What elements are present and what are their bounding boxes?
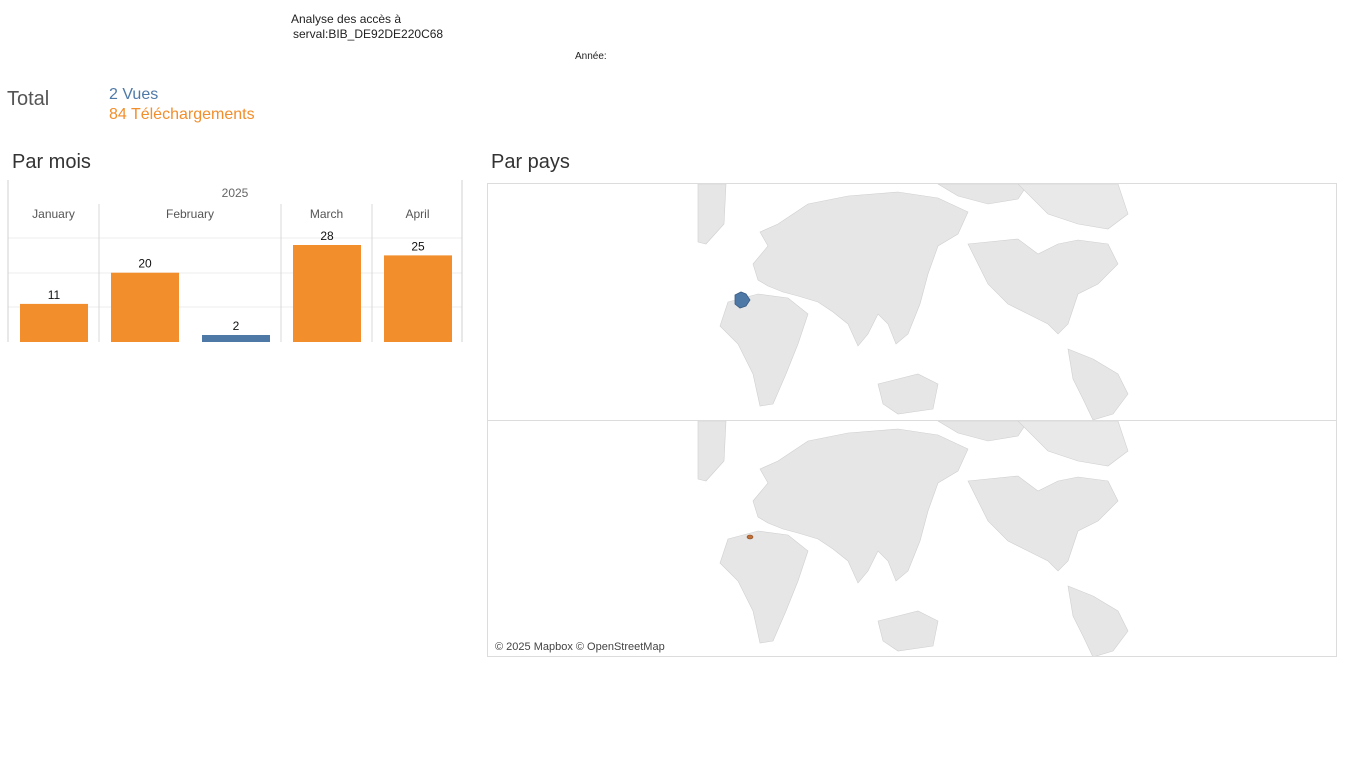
map-attribution: © 2025 Mapbox © OpenStreetMap	[495, 641, 665, 653]
data-label-downloads: 11	[48, 288, 61, 302]
month-label: January	[32, 207, 75, 221]
total-downloads: 84 Téléchargements	[109, 106, 255, 123]
bar-downloads[interactable]	[111, 272, 179, 342]
month-label: March	[310, 207, 343, 221]
world-landmass	[697, 184, 1129, 421]
year-header: 2025	[222, 186, 249, 200]
downloads-by-country-map[interactable]	[488, 420, 1336, 657]
bar-downloads[interactable]	[384, 255, 452, 342]
section-title-by-country: Par pays	[491, 151, 570, 173]
page-title-line2: serval:BIB_DE92DE220C68	[293, 27, 444, 41]
highlight-switzerland-downloads[interactable]	[746, 534, 754, 540]
views-by-country-map[interactable]	[488, 184, 1336, 421]
year-filter-label[interactable]: Année:	[575, 51, 607, 62]
month-label: February	[166, 207, 214, 221]
monthly-bar-chart[interactable]: 2025 January 11 February 20 2 March 28 April 25	[0, 180, 470, 350]
data-label-downloads: 25	[411, 239, 425, 253]
data-label-views: 2	[233, 319, 240, 333]
bar-views[interactable]	[202, 335, 270, 342]
world-map-views[interactable]	[488, 184, 1336, 421]
bar-downloads[interactable]	[20, 303, 88, 342]
section-title-by-month: Par mois	[12, 151, 91, 173]
country-map-container[interactable]	[487, 183, 1337, 657]
data-label-downloads: 28	[320, 229, 334, 243]
page-title-line1: Analyse des accès à	[291, 12, 402, 26]
bar-downloads[interactable]	[293, 245, 361, 342]
total-views: 2 Vues	[109, 86, 159, 103]
data-label-downloads: 20	[138, 257, 152, 271]
world-map-downloads[interactable]	[488, 420, 1336, 657]
world-landmass	[697, 420, 1129, 656]
month-label: April	[405, 207, 429, 221]
monthly-bar-chart-svg[interactable]: 2025 January 11 February 20 2 March 28 April 25	[0, 180, 470, 350]
total-label: Total	[7, 88, 50, 110]
